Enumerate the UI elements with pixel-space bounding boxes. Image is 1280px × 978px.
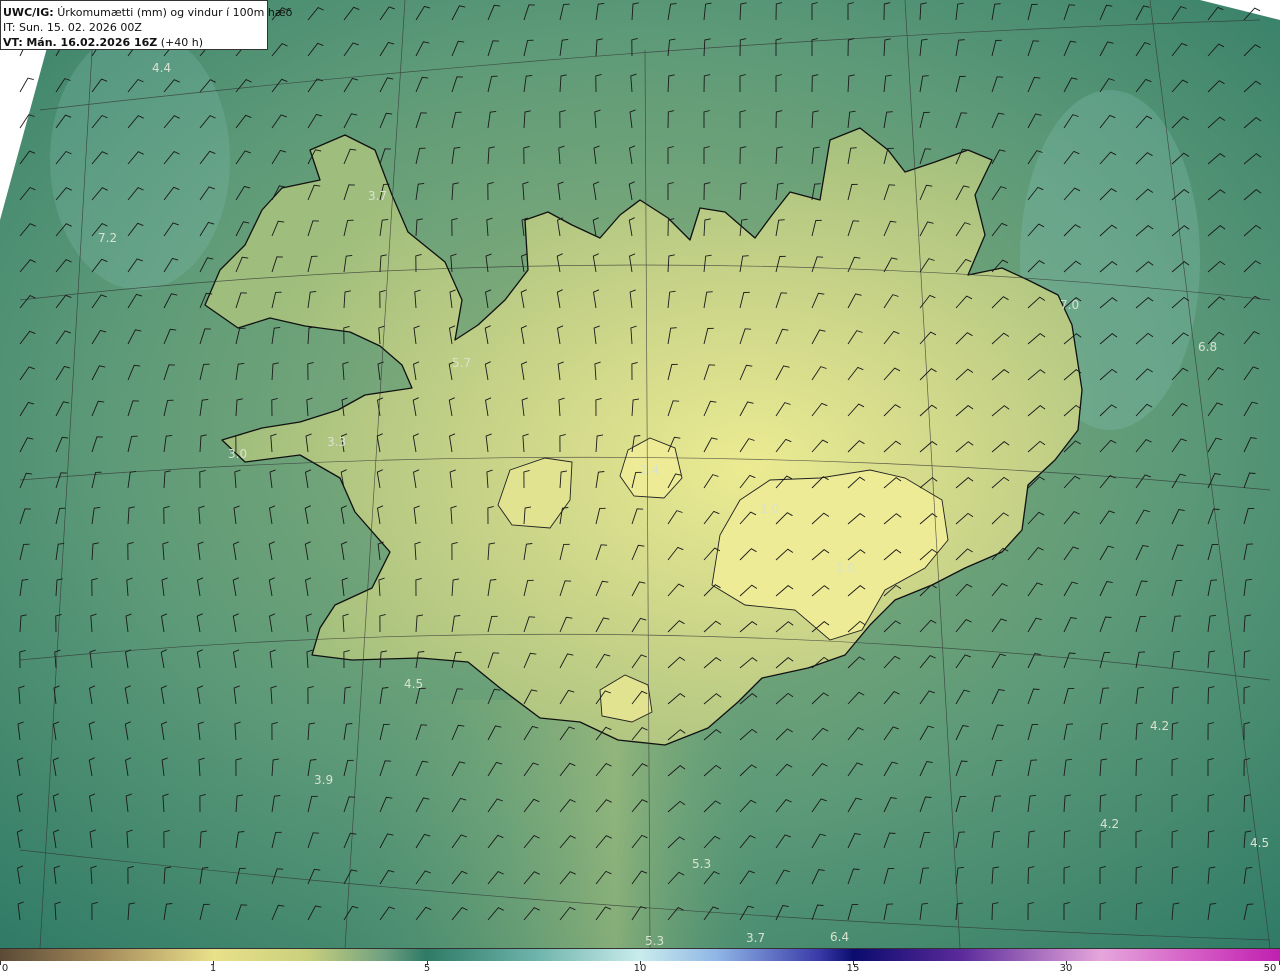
value-label: 3.7 [746, 931, 765, 945]
colorbar-ticks: 0 1 5 10 15 30 50 [0, 961, 1280, 978]
value-label: 1.4 [640, 463, 659, 477]
header-title-row: UWC/IG: Úrkomumætti (mm) og vindur í 100… [3, 5, 292, 20]
value-label: 5.3 [692, 857, 711, 871]
value-label: 6.4 [830, 930, 849, 944]
value-label: 4.2 [1100, 817, 1119, 831]
map-title: Úrkomumætti (mm) og vindur í 100m hæð [57, 6, 293, 19]
colorbar-tick-label: 10 [633, 963, 647, 974]
valid-time: Mán. 16.02.2026 16Z [26, 36, 158, 49]
value-label: 7.0 [1060, 298, 1079, 312]
issue-time: IT: Sun. 15. 02. 2026 00Z [3, 21, 142, 34]
value-label: 4.5 [1250, 836, 1269, 850]
value-label: 7.2 [98, 231, 117, 245]
colorbar [0, 948, 1280, 961]
colorbar-tick-label: 1 [209, 963, 217, 974]
value-label: 1.0 [836, 561, 855, 575]
valid-prefix: VT: [3, 36, 23, 49]
value-label: 5.7 [452, 356, 471, 370]
valid-time-row: VT: Mán. 16.02.2026 16Z (+40 h) [3, 35, 267, 50]
value-label: 3.7 [368, 189, 387, 203]
value-label: 3.3 [327, 435, 346, 449]
value-label: 1.0 [760, 502, 779, 516]
colorbar-tick-label: 5 [423, 963, 431, 974]
value-label: 4.5 [404, 677, 423, 691]
colorbar-tick-label: 0 [1, 963, 9, 974]
colorbar-tick-label: 15 [846, 963, 860, 974]
value-label: 4.2 [1150, 719, 1169, 733]
lead-time: (+40 h) [160, 36, 204, 49]
colorbar-tick-label: 30 [1059, 963, 1073, 974]
header-box: UWC/IG: Úrkomumætti (mm) og vindur í 100… [0, 0, 292, 50]
value-label: 4.4 [152, 61, 171, 75]
weather-map[interactable]: 4.4 7.2 3.7 5.7 3.3 3.0 1.4 1.0 1.0 7.0 … [0, 0, 1280, 948]
model-label: UWC/IG: [3, 6, 54, 19]
value-label: 3.9 [314, 773, 333, 787]
value-label: 6.8 [1198, 340, 1217, 354]
colorbar-tick-label: 50 [1263, 963, 1277, 974]
value-label: 3.0 [228, 447, 247, 461]
value-label: 5.3 [645, 934, 664, 948]
